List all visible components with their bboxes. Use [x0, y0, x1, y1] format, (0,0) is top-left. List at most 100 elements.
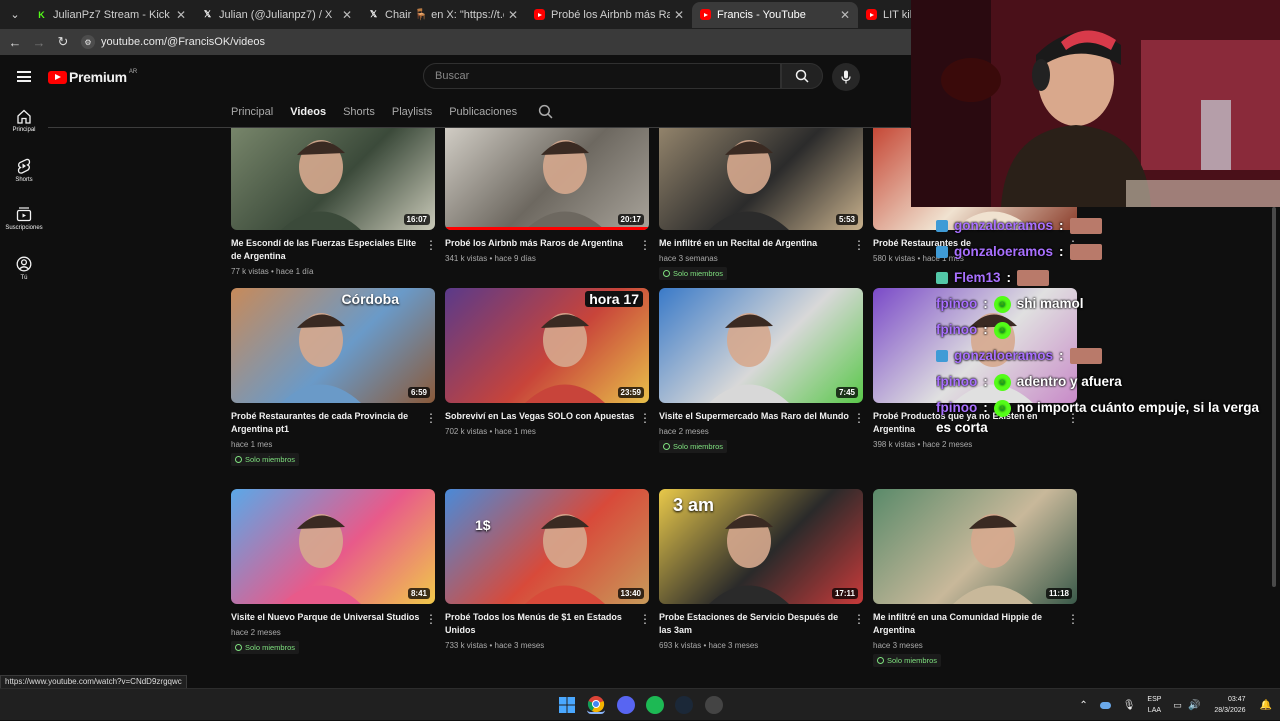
steam-icon[interactable]	[675, 696, 693, 714]
close-tab-icon[interactable]: ✕	[176, 8, 186, 22]
chat-emote-icon	[1069, 244, 1102, 260]
members-only-badge: Solo miembros	[873, 654, 942, 667]
tab-search-chevron-icon[interactable]: ⌄	[2, 2, 28, 28]
close-tab-icon[interactable]: ✕	[508, 8, 518, 22]
tray-overflow-chevron-icon[interactable]: ⌃	[1079, 700, 1087, 711]
video-thumbnail[interactable]: 16:07	[231, 128, 435, 230]
browser-tab[interactable]: 𝕏 Julian (@Julianpz7) / X ✕	[194, 2, 360, 28]
more-actions-icon[interactable]: ⋮	[425, 412, 437, 424]
video-thumbnail[interactable]: 5:53	[659, 128, 863, 230]
tab-shorts[interactable]: Shorts	[343, 106, 375, 118]
video-card[interactable]: 16:07 Me Escondí de las Fuerzas Especiale…	[231, 128, 437, 276]
video-card[interactable]: Córdoba 6:59 Probé Restaurantes de cada Pr…	[231, 288, 437, 468]
video-card[interactable]: 20:17 Probé los Airbnb más Raros de Argen…	[445, 128, 651, 263]
chat-username[interactable]: gonzaloeramos	[954, 343, 1053, 369]
hamburger-menu-icon[interactable]	[17, 71, 31, 82]
language-indicator[interactable]: ESP LAA	[1147, 694, 1161, 716]
video-thumbnail[interactable]: 8:41	[231, 489, 435, 604]
video-title[interactable]: Visite el Nuevo Parque de Universal Stud…	[231, 611, 421, 624]
channel-search-icon[interactable]	[538, 104, 553, 119]
video-card[interactable]: hora 17 23:59 Sobreviví en Las Vegas SOLO …	[445, 288, 651, 436]
browser-tab[interactable]: Francis - YouTube ✕	[692, 1, 858, 28]
video-card[interactable]: 8:41 Visite el Nuevo Parque de Universal …	[231, 489, 437, 656]
more-actions-icon[interactable]: ⋮	[853, 412, 865, 424]
video-title[interactable]: Sobreviví en Las Vegas SOLO con Apuestas	[445, 410, 635, 423]
chrome-icon[interactable]	[587, 696, 605, 714]
windows-start-icon[interactable]	[558, 696, 576, 714]
more-actions-icon[interactable]: ⋮	[425, 613, 437, 625]
spotify-icon[interactable]	[646, 696, 664, 714]
video-thumbnail[interactable]: Córdoba 6:59	[231, 288, 435, 403]
sidebar-item-principal[interactable]: Principal	[0, 109, 48, 142]
network-icon[interactable]: ▭	[1173, 700, 1182, 711]
chat-username[interactable]: Flem13	[954, 265, 1001, 291]
browser-tab[interactable]: Probé los Airbnb más Raros de ✕	[526, 2, 692, 28]
video-thumbnail[interactable]: 20:17	[445, 128, 649, 230]
video-title[interactable]: Me infiltré en una Comunidad Hippie de A…	[873, 611, 1063, 637]
chat-username[interactable]: fpinoo	[936, 291, 977, 317]
back-icon[interactable]: ←	[3, 35, 27, 50]
video-metadata: hace 3 semanas	[659, 254, 718, 263]
more-actions-icon[interactable]: ⋮	[639, 613, 651, 625]
sidebar-item-shorts[interactable]: Shorts	[0, 158, 48, 191]
more-actions-icon[interactable]: ⋮	[1067, 613, 1079, 625]
page-scrollbar[interactable]	[1272, 207, 1276, 587]
microphone-tray-icon[interactable]: 🎙	[1123, 700, 1136, 711]
chat-username[interactable]: fpinoo	[936, 395, 977, 421]
site-settings-icon[interactable]: ⚙	[81, 35, 95, 49]
address-bar[interactable]: ⚙ youtube.com/@FrancisOK/videos	[81, 35, 265, 49]
video-thumbnail[interactable]: 11:18	[873, 489, 1077, 604]
video-thumbnail[interactable]: 3 am 17:11	[659, 489, 863, 604]
obs-icon[interactable]	[705, 696, 723, 714]
video-title[interactable]: Probe Estaciones de Servicio Después de …	[659, 611, 849, 637]
tab-publicaciones[interactable]: Publicaciones	[449, 106, 517, 118]
video-thumbnail[interactable]: 7:45	[659, 288, 863, 403]
video-card[interactable]: 5:53 Me infiltré en un Recital de Argenti…	[659, 128, 865, 282]
close-tab-icon[interactable]: ✕	[840, 8, 850, 22]
video-card[interactable]: 3 am 17:11 Probe Estaciones de Servicio De…	[659, 489, 865, 650]
discord-icon[interactable]	[617, 696, 635, 714]
more-actions-icon[interactable]: ⋮	[853, 613, 865, 625]
video-thumbnail[interactable]: 1$ 13:40	[445, 489, 649, 604]
video-title[interactable]: Me Escondí de las Fuerzas Especiales Eli…	[231, 237, 421, 263]
close-tab-icon[interactable]: ✕	[342, 8, 352, 22]
video-metadata: 77 k vistas • hace 1 día	[231, 267, 314, 276]
search-input[interactable]: Buscar	[423, 63, 781, 89]
video-title[interactable]: Probé Todos los Menús de $1 en Estados U…	[445, 611, 635, 637]
close-tab-icon[interactable]: ✕	[674, 8, 684, 22]
chat-username[interactable]: gonzaloeramos	[954, 239, 1053, 265]
youtube-premium-logo[interactable]: Premium AR	[48, 69, 137, 85]
more-actions-icon[interactable]: ⋮	[425, 239, 437, 251]
video-card[interactable]: 7:45 Visite el Supermercado Mas Raro del …	[659, 288, 865, 455]
video-title[interactable]: Visite el Supermercado Mas Raro del Mund…	[659, 410, 849, 423]
chat-username[interactable]: gonzaloeramos	[954, 213, 1053, 239]
onedrive-icon[interactable]	[1099, 701, 1111, 709]
tab-playlists[interactable]: Playlists	[392, 106, 432, 118]
video-card[interactable]: 1$ 13:40 Probé Todos los Menús de $1 en Es…	[445, 489, 651, 650]
video-card[interactable]: 11:18 Me infiltré en una Comunidad Hippie…	[873, 489, 1079, 669]
video-title[interactable]: Probé Restaurantes de cada Provincia de …	[231, 410, 421, 436]
search-button[interactable]	[781, 63, 823, 89]
more-actions-icon[interactable]: ⋮	[639, 239, 651, 251]
sidebar-item-tu[interactable]: Tú	[0, 256, 48, 289]
more-actions-icon[interactable]: ⋮	[853, 239, 865, 251]
tab-videos[interactable]: Videos	[290, 106, 326, 118]
video-title[interactable]: Probé los Airbnb más Raros de Argentina	[445, 237, 635, 250]
tab-principal[interactable]: Principal	[231, 106, 273, 118]
volume-icon[interactable]: 🔊	[1188, 700, 1200, 711]
notifications-bell-icon[interactable]: 🔔	[1260, 700, 1272, 711]
chat-username[interactable]: fpinoo	[936, 317, 977, 343]
browser-tab[interactable]: 𝕏 Chair 🪑 en X: "https://t.co/0R ✕	[360, 2, 526, 28]
mini-guide-sidebar: Principal Shorts Suscripciones Tú	[0, 100, 48, 305]
address-text[interactable]: youtube.com/@FrancisOK/videos	[101, 36, 265, 48]
voice-search-button[interactable]	[832, 63, 860, 91]
forward-icon[interactable]: →	[27, 35, 51, 50]
browser-tab[interactable]: K JulianPz7 Stream - Kick Dashbo ✕	[28, 2, 194, 28]
chat-username[interactable]: fpinoo	[936, 369, 977, 395]
reload-icon[interactable]: ↻	[51, 34, 75, 50]
more-actions-icon[interactable]: ⋮	[639, 412, 651, 424]
sidebar-item-suscripciones[interactable]: Suscripciones	[0, 207, 48, 240]
clock[interactable]: 03:47 28/3/2026	[1214, 694, 1245, 716]
video-thumbnail[interactable]: hora 17 23:59	[445, 288, 649, 403]
video-title[interactable]: Me infiltré en un Recital de Argentina	[659, 237, 849, 250]
